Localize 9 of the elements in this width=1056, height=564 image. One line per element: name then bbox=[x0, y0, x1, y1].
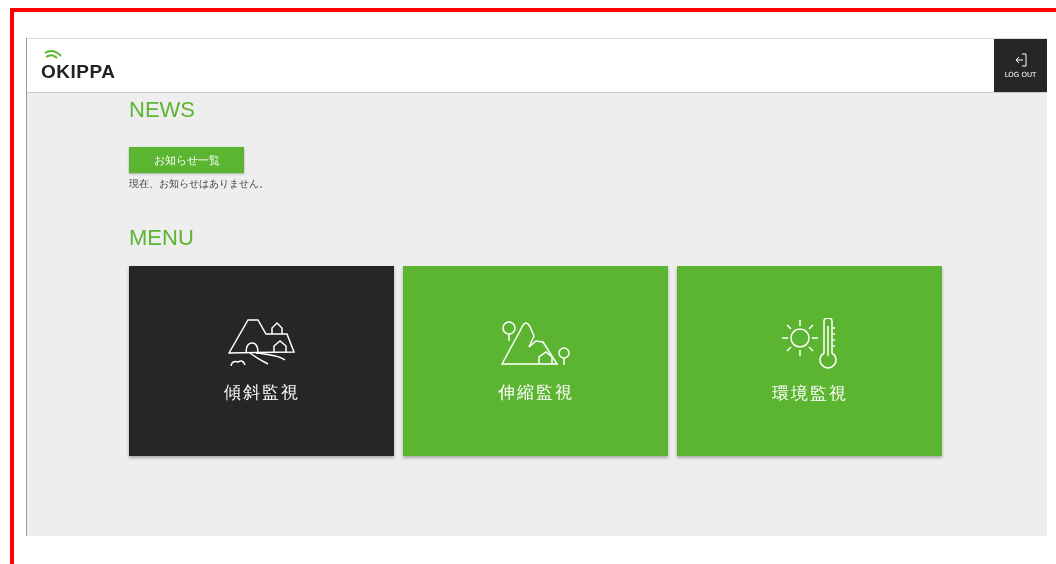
section-title: NEWS bbox=[129, 97, 196, 123]
section-title: MENU bbox=[129, 225, 195, 251]
logo[interactable]: OKIPPA bbox=[41, 60, 116, 83]
logout-icon bbox=[1013, 52, 1028, 67]
hillside-house-icon bbox=[227, 318, 296, 369]
signal-icon bbox=[43, 48, 63, 61]
sun-thermometer-icon bbox=[779, 317, 840, 370]
news-message: 現在、お知らせはありません。 bbox=[129, 177, 270, 191]
menu-card[interactable]: 傾斜監視 bbox=[129, 266, 394, 456]
